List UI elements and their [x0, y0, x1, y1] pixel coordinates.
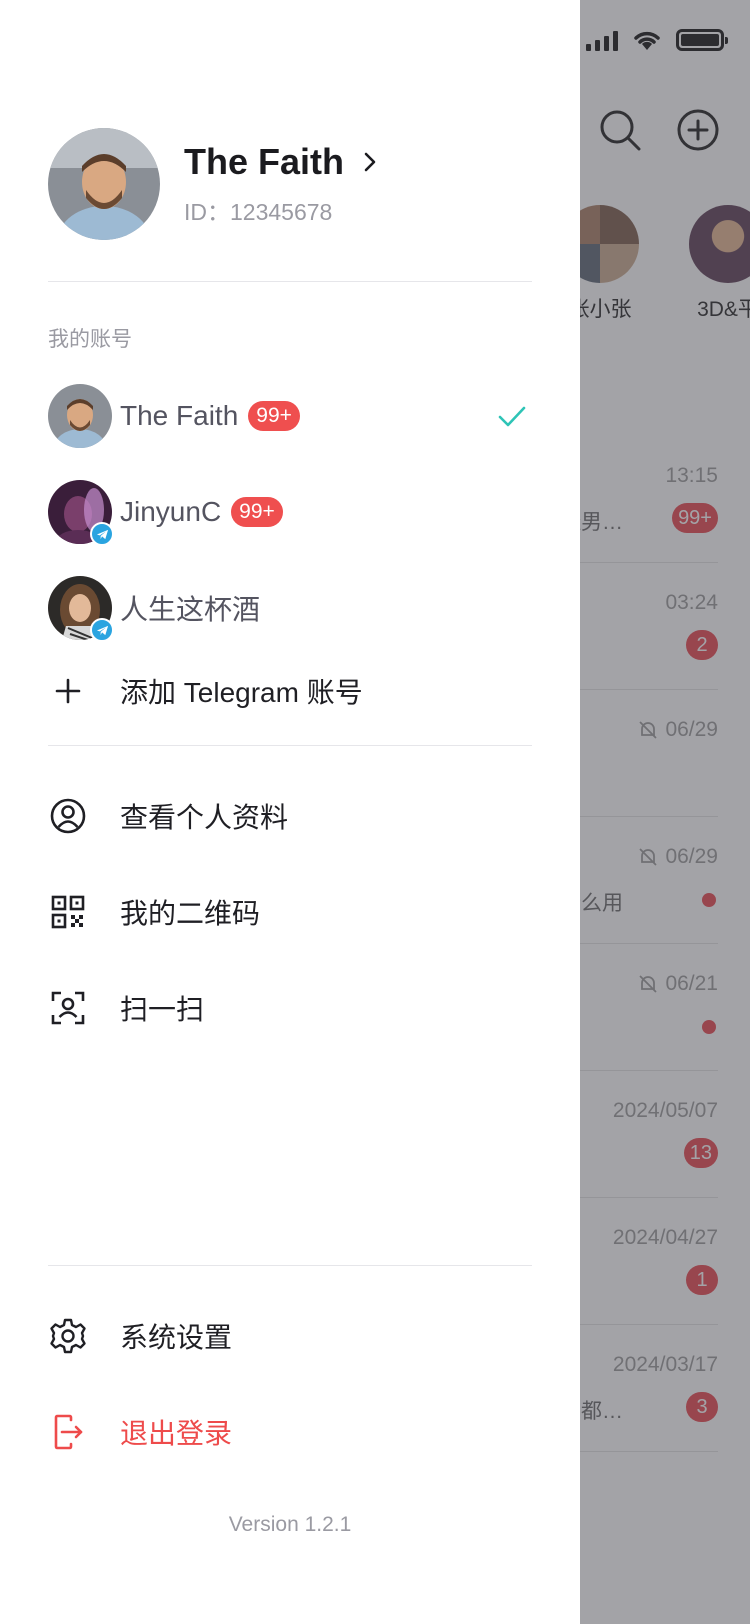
settings-label: 系统设置	[120, 1322, 233, 1353]
account-item[interactable]: The Faith 99+	[48, 384, 532, 448]
account-item[interactable]: JinyunC 99+	[48, 480, 532, 546]
profile-header[interactable]: The Faith ID：12345678	[48, 128, 380, 240]
checkmark-icon	[498, 406, 526, 427]
avatar	[48, 576, 114, 642]
add-account-button[interactable]: 添加 Telegram 账号	[48, 667, 532, 715]
chevron-right-icon	[364, 152, 376, 172]
my-qrcode-label: 我的二维码	[120, 898, 261, 929]
side-drawer: The Faith ID：12345678 我的账号 The Faith 99+…	[0, 0, 580, 1624]
account-item[interactable]: 人生这杯酒	[48, 576, 532, 642]
scan-icon	[51, 991, 85, 1025]
logout-icon	[54, 1414, 83, 1450]
logout-button[interactable]: 退出登录	[48, 1408, 532, 1456]
user-circle-icon	[50, 798, 86, 834]
view-profile-label: 查看个人资料	[120, 802, 289, 833]
account-name: 人生这杯酒	[120, 594, 261, 625]
settings-button[interactable]: 系统设置	[48, 1312, 532, 1360]
unread-badge: 99+	[231, 497, 283, 527]
divider	[48, 745, 532, 746]
avatar	[48, 384, 112, 448]
profile-name: The Faith	[184, 141, 344, 182]
divider	[48, 281, 532, 282]
add-account-label: 添加 Telegram 账号	[120, 677, 363, 708]
avatar	[48, 480, 114, 546]
qrcode-icon	[51, 895, 85, 929]
account-name: JinyunC	[120, 496, 222, 527]
unread-badge: 99+	[248, 401, 300, 431]
view-profile-button[interactable]: 查看个人资料	[48, 792, 532, 840]
telegram-icon	[90, 522, 114, 546]
scan-label: 扫一扫	[120, 994, 205, 1025]
gear-icon	[50, 1318, 86, 1354]
scan-button[interactable]: 扫一扫	[48, 984, 532, 1032]
divider	[48, 1265, 532, 1266]
profile-id: ID：12345678	[184, 199, 333, 225]
account-name: The Faith	[120, 400, 239, 431]
plus-icon	[55, 678, 81, 704]
telegram-icon	[90, 618, 114, 642]
app-version: Version 1.2.1	[228, 1513, 352, 1536]
avatar	[48, 128, 160, 240]
logout-label: 退出登录	[120, 1418, 233, 1449]
my-qrcode-button[interactable]: 我的二维码	[48, 888, 532, 936]
section-title-accounts: 我的账号	[48, 328, 132, 351]
